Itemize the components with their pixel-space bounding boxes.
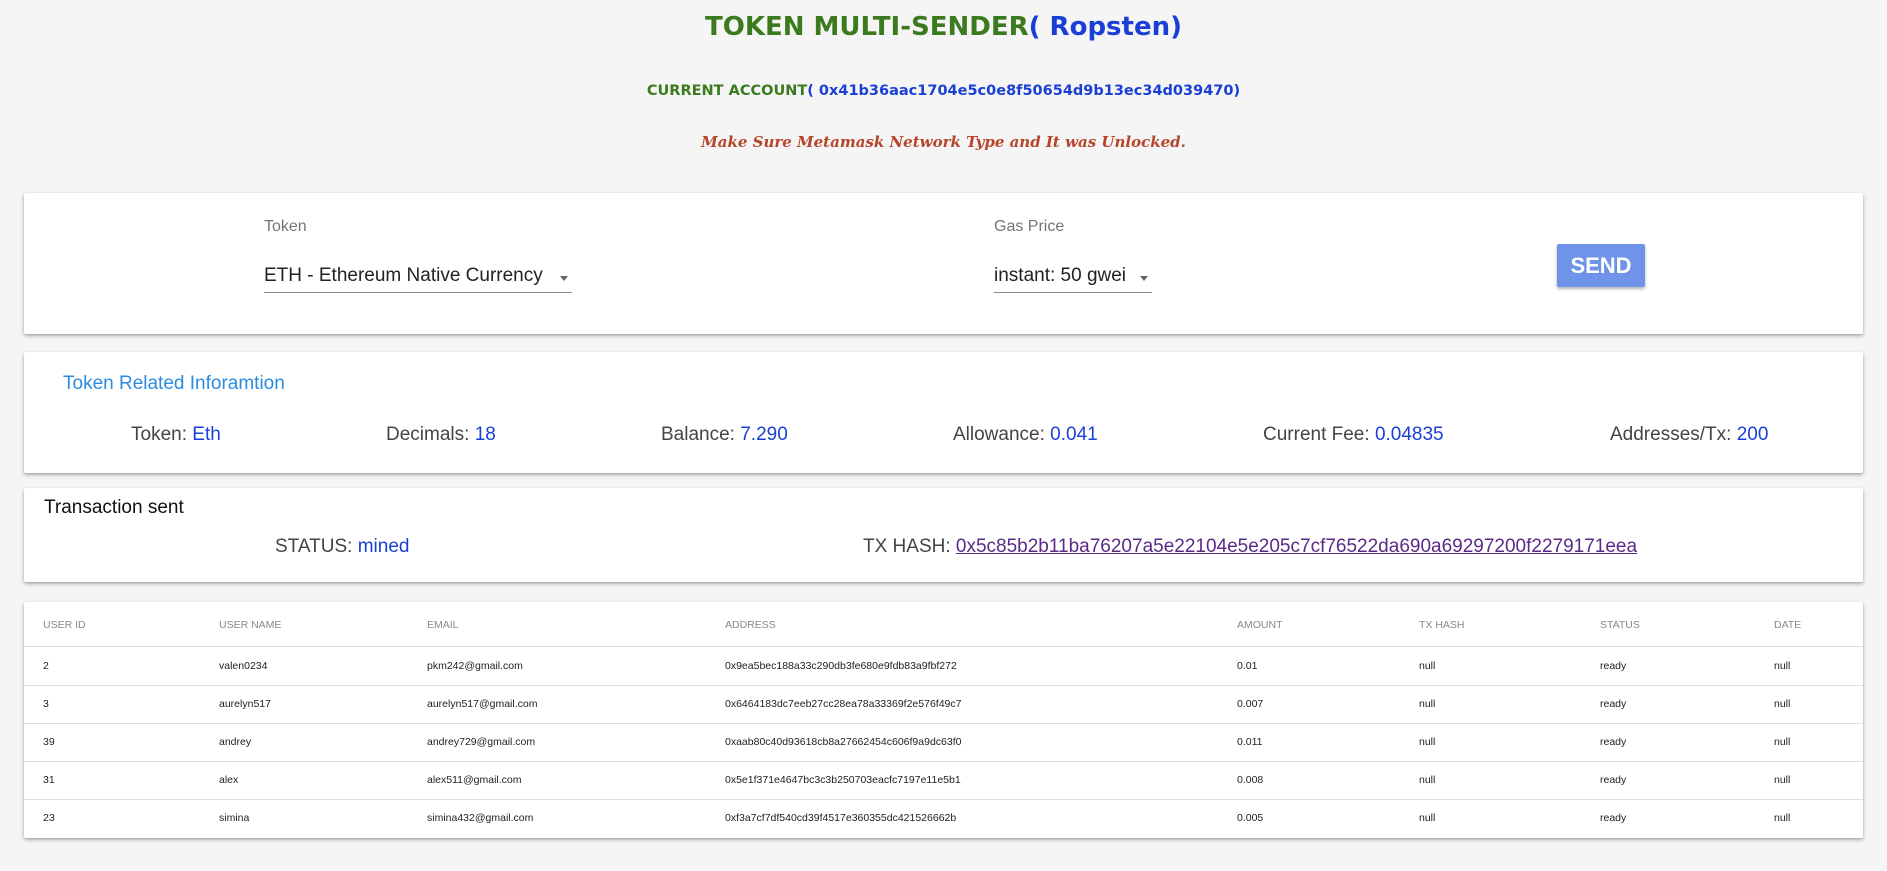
token-info-title: Token Related Inforamtion: [63, 373, 285, 394]
transaction-title: Transaction sent: [44, 497, 184, 518]
cell-status: ready: [1600, 736, 1627, 748]
stat-decimals-value: 18: [474, 424, 496, 445]
stat-current-fee: Current Fee: 0.04835: [1263, 424, 1444, 446]
cell-user-name: valen0234: [219, 660, 268, 672]
cell-user-id: 2: [43, 660, 49, 672]
stat-balance: Balance: 7.290: [661, 424, 788, 446]
table-row[interactable]: 23 simina simina432@gmail.com 0xf3a7cf7df54…: [24, 799, 1863, 837]
cell-user-name: andrey: [219, 736, 252, 748]
table-row[interactable]: 3 aurelyn517 aurelyn517@gmail.com 0x6464183…: [24, 685, 1863, 724]
cell-address: 0xaab80c40d93618cb8a27662454c606f9a9dc63…: [725, 736, 962, 748]
cell-user-id: 31: [43, 774, 55, 786]
cell-email: simina432@gmail.com: [427, 812, 534, 824]
chevron-down-icon: [1140, 276, 1148, 281]
stat-decimals: Decimals: 18: [386, 424, 496, 446]
stat-addresses-per-tx: Addresses/Tx: 200: [1610, 424, 1768, 446]
cell-email: pkm242@gmail.com: [427, 660, 523, 672]
stat-fee-value: 0.04835: [1374, 424, 1444, 445]
cell-user-id: 3: [43, 698, 49, 710]
table-row[interactable]: 39 andrey andrey729@gmail.com 0xaab80c40d93…: [24, 723, 1863, 762]
metamask-warning: Make Sure Metamask Network Type and It w…: [701, 133, 1186, 151]
cell-date: null: [1774, 774, 1791, 786]
cell-date: null: [1774, 736, 1791, 748]
cell-date: null: [1774, 698, 1791, 710]
token-select[interactable]: ETH - Ethereum Native Currency: [264, 258, 572, 293]
cell-tx-hash: null: [1419, 774, 1436, 786]
cell-address: 0x6464183dc7eeb27cc28ea78a33369f2e576f49…: [725, 698, 962, 710]
recipients-table-card: USER ID USER NAME EMAIL ADDRESS AMOUNT T…: [24, 602, 1863, 838]
col-header-amount[interactable]: AMOUNT: [1237, 619, 1283, 631]
col-header-user-id[interactable]: USER ID: [43, 619, 86, 631]
tx-hash: TX HASH: 0x5c85b2b11ba76207a5e22104e5e20…: [863, 536, 1637, 558]
token-select-value: ETH - Ethereum Native Currency: [264, 265, 543, 286]
cell-date: null: [1774, 660, 1791, 672]
page-title: TOKEN MULTI-SENDER( Ropsten): [0, 12, 1887, 42]
col-header-date[interactable]: DATE: [1774, 619, 1801, 631]
cell-tx-hash: null: [1419, 660, 1436, 672]
stat-allowance-label: Allowance:: [953, 424, 1051, 445]
cell-user-name: alex: [219, 774, 239, 786]
cell-status: ready: [1600, 698, 1627, 710]
gas-price-select[interactable]: instant: 50 gwei: [994, 258, 1152, 293]
cell-amount: 0.008: [1237, 774, 1264, 786]
stat-allowance: Allowance: 0.041: [953, 424, 1098, 446]
col-header-address[interactable]: ADDRESS: [725, 619, 776, 631]
cell-user-id: 39: [43, 736, 55, 748]
cell-user-name: simina: [219, 812, 250, 824]
cell-tx-hash: null: [1419, 736, 1436, 748]
cell-status: ready: [1600, 812, 1627, 824]
stat-addr-label: Addresses/Tx:: [1610, 424, 1737, 445]
cell-amount: 0.007: [1237, 698, 1264, 710]
cell-address: 0x9ea5bec188a33c290db3fe680e9fdb83a9fbf2…: [725, 660, 957, 672]
token-label: Token: [264, 218, 307, 235]
account-label: CURRENT ACCOUNT: [646, 83, 808, 99]
cell-status: ready: [1600, 774, 1627, 786]
app-title: TOKEN MULTI-SENDER: [705, 12, 1029, 42]
cell-user-name: aurelyn517: [219, 698, 271, 710]
cell-email: aurelyn517@gmail.com: [427, 698, 538, 710]
stat-token-value: Eth: [192, 424, 221, 445]
send-controls-card: Token ETH - Ethereum Native Currency Gas…: [24, 193, 1863, 334]
tx-hash-link[interactable]: 0x5c85b2b11ba76207a5e22104e5e205c7cf7652…: [956, 536, 1637, 557]
tx-hash-label: TX HASH:: [863, 536, 956, 557]
table-row[interactable]: 2 valen0234 pkm242@gmail.com 0x9ea5bec188a3…: [24, 647, 1863, 686]
transaction-card: Transaction sent STATUS: mined TX HASH: …: [24, 488, 1863, 582]
tx-status-label: STATUS:: [275, 536, 358, 557]
stat-token-label: Token:: [131, 424, 193, 445]
stat-allowance-value: 0.041: [1050, 424, 1098, 445]
tx-status: STATUS: mined: [275, 536, 409, 558]
tx-status-value: mined: [357, 536, 410, 557]
stat-balance-label: Balance:: [661, 424, 741, 445]
network-name: ( Ropsten): [1028, 12, 1182, 42]
stat-token: Token: Eth: [131, 424, 221, 446]
cell-tx-hash: null: [1419, 812, 1436, 824]
cell-address: 0x5e1f371e4647bc3c3b250703eacfc7197e11e5…: [725, 774, 961, 786]
col-header-tx-hash[interactable]: TX HASH: [1419, 619, 1465, 631]
cell-amount: 0.011: [1237, 736, 1263, 748]
cell-user-id: 23: [43, 812, 55, 824]
cell-email: alex511@gmail.com: [427, 774, 522, 786]
account-address: ( 0x41b36aac1704e5c0e8f50654d9b13ec34d03…: [807, 83, 1241, 99]
cell-email: andrey729@gmail.com: [427, 736, 536, 748]
stat-fee-label: Current Fee:: [1263, 424, 1375, 445]
col-header-email[interactable]: EMAIL: [427, 619, 459, 631]
gas-price-value: instant: 50 gwei: [994, 265, 1127, 286]
table-row[interactable]: 31 alex alex511@gmail.com 0x5e1f371e4647bc3…: [24, 761, 1863, 800]
token-info-card: Token Related Inforamtion Token: Eth Dec…: [24, 352, 1863, 473]
cell-tx-hash: null: [1419, 698, 1436, 710]
chevron-down-icon: [560, 276, 568, 281]
stat-decimals-label: Decimals:: [386, 424, 475, 445]
cell-amount: 0.005: [1237, 812, 1264, 824]
gas-price-label: Gas Price: [994, 218, 1065, 235]
col-header-status[interactable]: STATUS: [1600, 619, 1640, 631]
current-account: CURRENT ACCOUNT( 0x41b36aac1704e5c0e8f50…: [0, 83, 1887, 99]
cell-status: ready: [1600, 660, 1627, 672]
cell-address: 0xf3a7cf7df540cd39f4517e360355dc42152666…: [725, 812, 957, 824]
send-button[interactable]: SEND: [1557, 244, 1645, 287]
stat-addr-value: 200: [1736, 424, 1769, 445]
col-header-user-name[interactable]: USER NAME: [219, 619, 281, 631]
stat-balance-value: 7.290: [740, 424, 788, 445]
cell-amount: 0.01: [1237, 660, 1258, 672]
cell-date: null: [1774, 812, 1791, 824]
